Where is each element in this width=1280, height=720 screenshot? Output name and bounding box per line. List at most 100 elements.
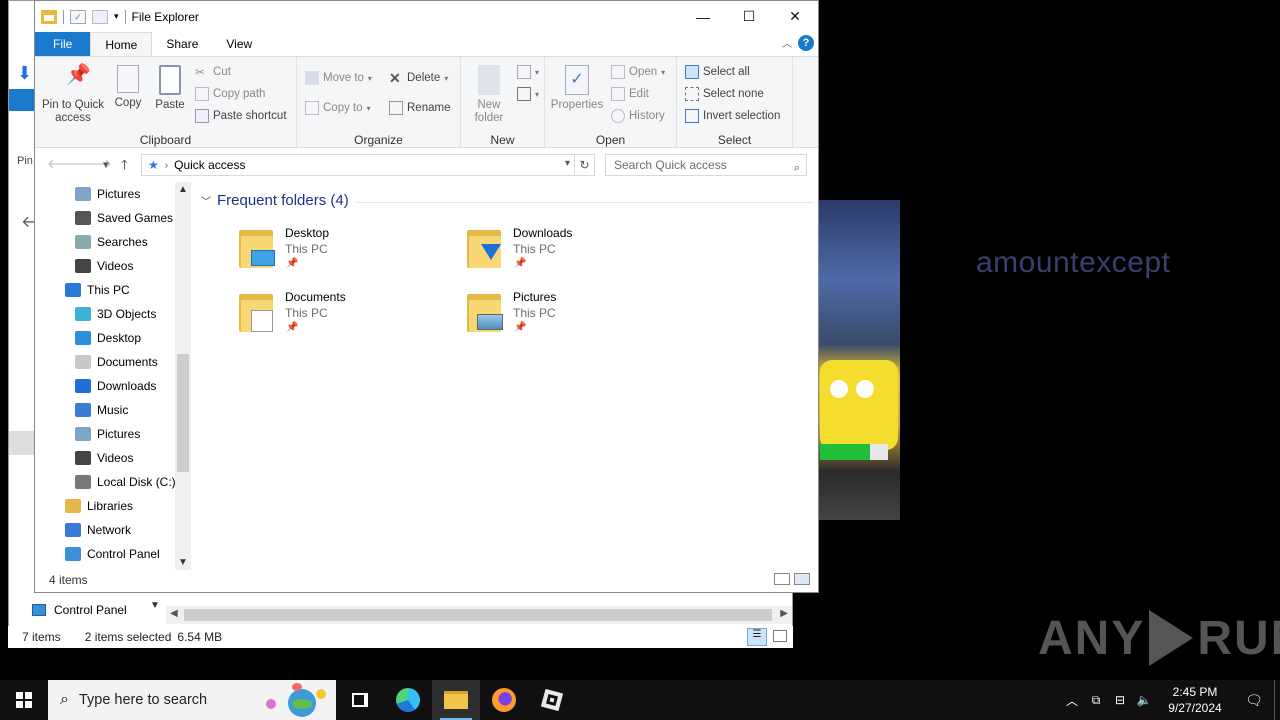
nav-item-downloads[interactable]: Downloads (35, 374, 191, 398)
background-status-items: 7 items (22, 630, 61, 644)
chevron-down-icon[interactable]: ▼ (148, 600, 162, 624)
network-status-icon[interactable]: ⧉ (1084, 693, 1108, 708)
anyrun-watermark-logo: ANYRUN (1038, 610, 1280, 666)
nav-item-music[interactable]: Music (35, 398, 191, 422)
delete-button[interactable]: ✕ Delete ▾ (389, 71, 448, 85)
clock-time: 2:45 PM (1172, 685, 1218, 699)
copy-to-button[interactable]: Copy to ▾ (305, 101, 371, 115)
nav-item-pictures[interactable]: Pictures (35, 422, 191, 446)
collapse-ribbon-icon[interactable]: ︿ (782, 35, 792, 50)
nav-item-videos[interactable]: Videos (35, 446, 191, 470)
paste-button[interactable]: Paste (151, 65, 189, 112)
show-hidden-icons-chevron-icon[interactable]: ︿ (1060, 692, 1084, 709)
invert-selection-button[interactable]: Invert selection (685, 109, 780, 123)
cut-button[interactable]: ✂ Cut (195, 65, 231, 79)
properties-check-icon[interactable]: ✓ (70, 9, 86, 24)
details-view-icon[interactable]: ☰ (747, 628, 767, 646)
volume-icon[interactable]: 🔈 (1132, 693, 1156, 707)
folder-tile-desktop[interactable]: Desktop This PC 📌 (239, 226, 459, 282)
notifications-icon[interactable]: 🗨 (1234, 692, 1274, 709)
maximize-button[interactable]: ☐ (726, 1, 772, 32)
scroll-right-icon[interactable]: ▶ (780, 608, 788, 619)
libraries-icon (65, 499, 81, 513)
new-item-button[interactable]: ▾ (517, 65, 539, 79)
scrollbar-thumb[interactable] (184, 609, 772, 621)
tab-file[interactable]: File (35, 32, 91, 56)
frequent-folders-header[interactable]: ﹀ Frequent folders (4) (201, 192, 349, 209)
nav-item-this-pc[interactable]: This PC (35, 278, 191, 302)
history-button[interactable]: History (611, 109, 665, 123)
minimize-button[interactable]: — (680, 1, 726, 32)
folder-tile-pictures[interactable]: Pictures This PC 📌 (467, 290, 687, 346)
start-button[interactable] (0, 680, 48, 720)
scroll-down-icon[interactable]: ▼ (178, 557, 188, 568)
address-bar[interactable]: ★ › Quick access ▾ (141, 154, 575, 176)
nav-item-label: Local Disk (C:) (97, 475, 176, 489)
task-view-button[interactable] (336, 680, 384, 720)
nav-item-pictures[interactable]: Pictures (35, 182, 191, 206)
breadcrumb-quick-access[interactable]: Quick access (174, 158, 245, 172)
open-button[interactable]: Open ▾ (611, 65, 665, 79)
easy-access-button[interactable]: ▾ (517, 87, 539, 101)
breadcrumb-chevron-icon[interactable]: › (165, 160, 168, 171)
search-input[interactable]: Search Quick access ⌕ (605, 154, 807, 176)
file-explorer-taskbar-button[interactable] (432, 680, 480, 720)
large-icons-view-icon[interactable] (794, 573, 810, 585)
paste-shortcut-button[interactable]: Paste shortcut (195, 109, 287, 123)
address-dropdown-icon[interactable]: ▾ (565, 158, 570, 169)
folder-tile-downloads[interactable]: Downloads This PC 📌 (467, 226, 687, 282)
edit-button[interactable]: Edit (611, 87, 649, 101)
details-view-icon[interactable] (774, 573, 790, 585)
new-folder-small-icon[interactable] (92, 9, 108, 24)
properties-button[interactable]: ✓ Properties (549, 65, 605, 112)
background-status-bar: 7 items 2 items selected 6.54 MB ☰ (8, 626, 793, 648)
nav-item-saved-games[interactable]: Saved Games (35, 206, 191, 230)
chevron-down-icon[interactable]: ﹀ (201, 193, 211, 208)
nav-item-searches[interactable]: Searches (35, 230, 191, 254)
large-icons-view-icon[interactable] (773, 630, 787, 642)
new-folder-button[interactable]: New folder (469, 65, 509, 125)
copy-button[interactable]: Copy (109, 65, 147, 110)
tab-view[interactable]: View (212, 32, 266, 56)
show-desktop-button[interactable] (1274, 680, 1280, 720)
edge-taskbar-button[interactable] (384, 680, 432, 720)
nav-item-3d-objects[interactable]: 3D Objects (35, 302, 191, 326)
nav-item-videos[interactable]: Videos (35, 254, 191, 278)
move-to-button[interactable]: Move to ▾ (305, 71, 372, 85)
folder-icon (41, 9, 57, 24)
select-all-button[interactable]: Select all (685, 65, 750, 79)
nav-item-desktop[interactable]: Desktop (35, 326, 191, 350)
background-file-tab (9, 89, 35, 111)
taskbar-search-box[interactable]: ⌕ Type here to search (48, 680, 336, 720)
roblox-taskbar-button[interactable] (528, 680, 576, 720)
tab-home[interactable]: Home (90, 32, 153, 56)
clock[interactable]: 2:45 PM 9/27/2024 (1156, 684, 1234, 716)
copy-path-button[interactable]: Copy path (195, 87, 265, 101)
nav-item-libraries[interactable]: Libraries (35, 494, 191, 518)
refresh-button[interactable]: ↻ (575, 154, 595, 176)
customize-toolbar-chevron-icon[interactable]: ▾ (114, 11, 119, 22)
this-pc-icon (65, 283, 81, 297)
help-icon[interactable]: ? (798, 35, 814, 51)
select-none-button[interactable]: Select none (685, 87, 764, 101)
close-button[interactable]: ✕ (772, 1, 818, 32)
firefox-taskbar-button[interactable] (480, 680, 528, 720)
ethernet-icon[interactable]: ⊟ (1108, 693, 1132, 707)
tab-share[interactable]: Share (152, 32, 212, 56)
folder-tile-documents[interactable]: Documents This PC 📌 (239, 290, 459, 346)
recent-locations-chevron-icon[interactable]: ▾ (103, 158, 109, 171)
rename-button[interactable]: Rename (389, 101, 450, 115)
background-nav-item-control-panel[interactable]: Control Panel (28, 596, 164, 624)
nav-item-control-panel[interactable]: Control Panel (35, 542, 191, 566)
nav-item-documents[interactable]: Documents (35, 350, 191, 374)
nav-item-network[interactable]: Network (35, 518, 191, 542)
navigation-scrollbar[interactable]: ▲ ▼ (175, 182, 191, 570)
pin-to-quick-access-button[interactable]: 📌 Pin to Quick access (39, 65, 107, 125)
scroll-left-icon[interactable]: ◀ (170, 608, 178, 619)
horizontal-scrollbar[interactable]: ◀ ▶ (166, 606, 792, 624)
scroll-up-icon[interactable]: ▲ (178, 184, 188, 195)
scrollbar-thumb[interactable] (177, 354, 189, 472)
ribbon-tabs: File Home Share View ︿ ? (35, 32, 818, 56)
nav-item-local-disk-c[interactable]: Local Disk (C:) (35, 470, 191, 494)
up-button[interactable]: 🡑 (121, 156, 128, 178)
